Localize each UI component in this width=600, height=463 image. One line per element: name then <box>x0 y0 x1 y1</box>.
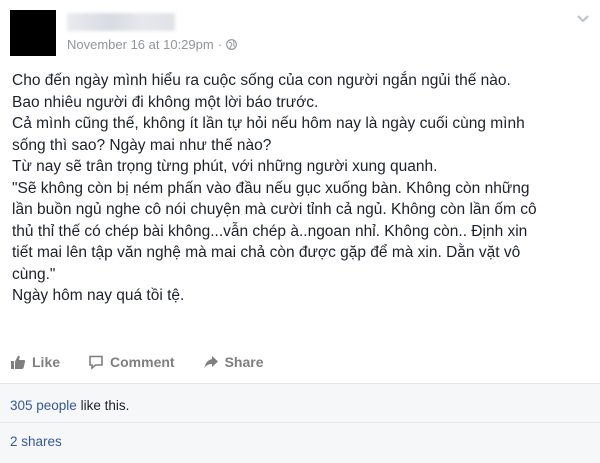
chevron-down-icon[interactable] <box>576 14 590 24</box>
post-line: "Sẽ không còn bị ném phấn vào đầu nếu gụ… <box>12 179 530 197</box>
post-line: Cả mình cũng thế, không ít lần tự hỏi nế… <box>12 115 525 132</box>
comment-button[interactable]: Comment <box>88 354 175 370</box>
likes-summary-panel <box>0 383 600 463</box>
post-actions: Like Comment Share <box>10 350 292 374</box>
post-line: Bao nhiêu người đi không một lời báo trư… <box>12 93 319 111</box>
post-line: Từ nay sẽ trân trọng từng phút, với nhữn… <box>12 158 438 175</box>
comment-label: Comment <box>110 354 175 370</box>
post-timestamp[interactable]: November 16 at 10:29pm <box>67 37 214 52</box>
post-line: thủ thỉ thế có chép bài không...vẫn chép… <box>12 222 528 240</box>
post-line: lần buồn ngủ nghe cô nói chuyện mà cười … <box>12 201 537 218</box>
post-line: sống thì sao? Ngày mai như thế nào? <box>12 136 272 154</box>
author-name-redacted[interactable] <box>67 13 175 31</box>
divider <box>0 422 600 423</box>
facebook-post: November 16 at 10:29pm · Cho đến ngày mì… <box>0 0 600 463</box>
likes-suffix: like this. <box>76 398 130 413</box>
post-line: tiết mai lên tập văn nghệ mà mai chả còn… <box>12 244 521 261</box>
thumbs-up-icon <box>11 355 26 369</box>
share-arrow-icon <box>204 356 218 368</box>
likes-count-link[interactable]: 305 people <box>10 398 77 413</box>
post-line: Ngày hôm nay quá tồi tệ. <box>12 287 185 304</box>
post-line: cùng." <box>12 265 56 283</box>
divider <box>0 383 600 384</box>
like-button[interactable]: Like <box>10 354 60 370</box>
share-button[interactable]: Share <box>203 354 264 370</box>
likes-summary: 305 people like this. <box>10 398 129 413</box>
comment-bubble-icon <box>89 355 103 370</box>
post-meta: November 16 at 10:29pm · <box>67 37 237 52</box>
post-line: Cho đến ngày mình hiểu ra cuộc sống của … <box>12 72 511 89</box>
post-body: Cho đến ngày mình hiểu ra cuộc sống của … <box>12 70 592 307</box>
globe-icon[interactable] <box>226 39 237 50</box>
meta-separator: · <box>217 37 223 52</box>
shares-link[interactable]: 2 shares <box>10 434 62 449</box>
share-label: Share <box>224 354 264 370</box>
avatar[interactable] <box>10 10 56 56</box>
like-label: Like <box>32 354 61 370</box>
